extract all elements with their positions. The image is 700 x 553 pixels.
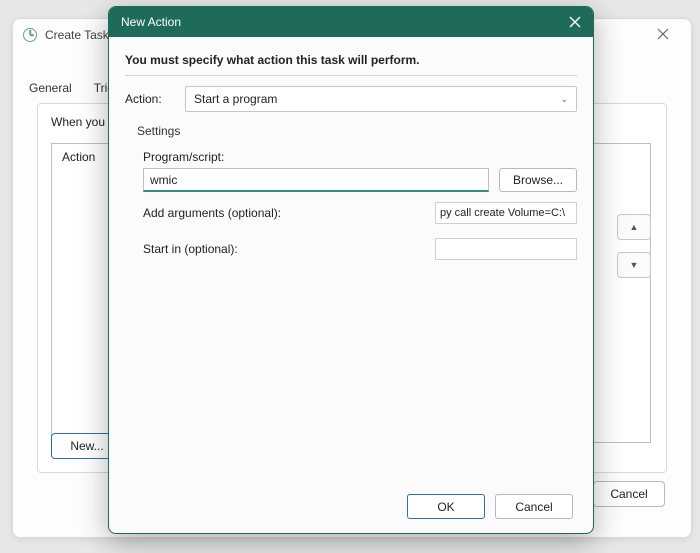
dialog-footer: OK Cancel (125, 494, 577, 519)
tab-general[interactable]: General (25, 79, 76, 97)
add-arguments-input[interactable]: py call create Volume=C:\ (435, 202, 577, 224)
program-script-value: wmic (150, 173, 177, 187)
close-icon (569, 16, 581, 28)
instruction-text: You must specify what action this task w… (125, 43, 577, 76)
action-label: Action: (125, 92, 175, 106)
program-script-input[interactable]: wmic (143, 168, 489, 192)
ok-button[interactable]: OK (407, 494, 485, 519)
add-arguments-value: py call create Volume=C:\ (440, 207, 565, 219)
action-select[interactable]: Start a program ⌄ (185, 86, 577, 112)
browse-button[interactable]: Browse... (499, 168, 577, 192)
tabs: General Triq (25, 79, 118, 97)
new-action-close-button[interactable] (557, 7, 593, 37)
new-action-titlebar: New Action (109, 7, 593, 37)
chevron-up-icon: ▲ (630, 222, 639, 232)
move-down-button[interactable]: ▼ (617, 252, 651, 278)
chevron-down-icon: ▼ (630, 260, 639, 270)
when-you-label: When you c (51, 115, 114, 129)
cancel-button[interactable]: Cancel (495, 494, 573, 519)
chevron-down-icon: ⌄ (560, 94, 568, 105)
new-action-dialog: New Action You must specify what action … (108, 6, 594, 534)
action-select-value: Start a program (194, 92, 277, 106)
create-task-title: Create Task (45, 28, 109, 42)
program-script-label: Program/script: (143, 150, 577, 164)
move-up-button[interactable]: ▲ (617, 214, 651, 240)
settings-group-label: Settings (125, 122, 577, 144)
clock-icon (23, 28, 37, 42)
create-task-close-button[interactable] (641, 19, 685, 49)
new-action-title: New Action (121, 15, 557, 29)
reorder-buttons: ▲ ▼ (617, 214, 651, 278)
add-arguments-label: Add arguments (optional): (143, 206, 425, 220)
start-in-label: Start in (optional): (143, 242, 425, 256)
start-in-input[interactable] (435, 238, 577, 260)
close-icon (657, 28, 669, 40)
create-task-cancel-button[interactable]: Cancel (593, 481, 665, 507)
